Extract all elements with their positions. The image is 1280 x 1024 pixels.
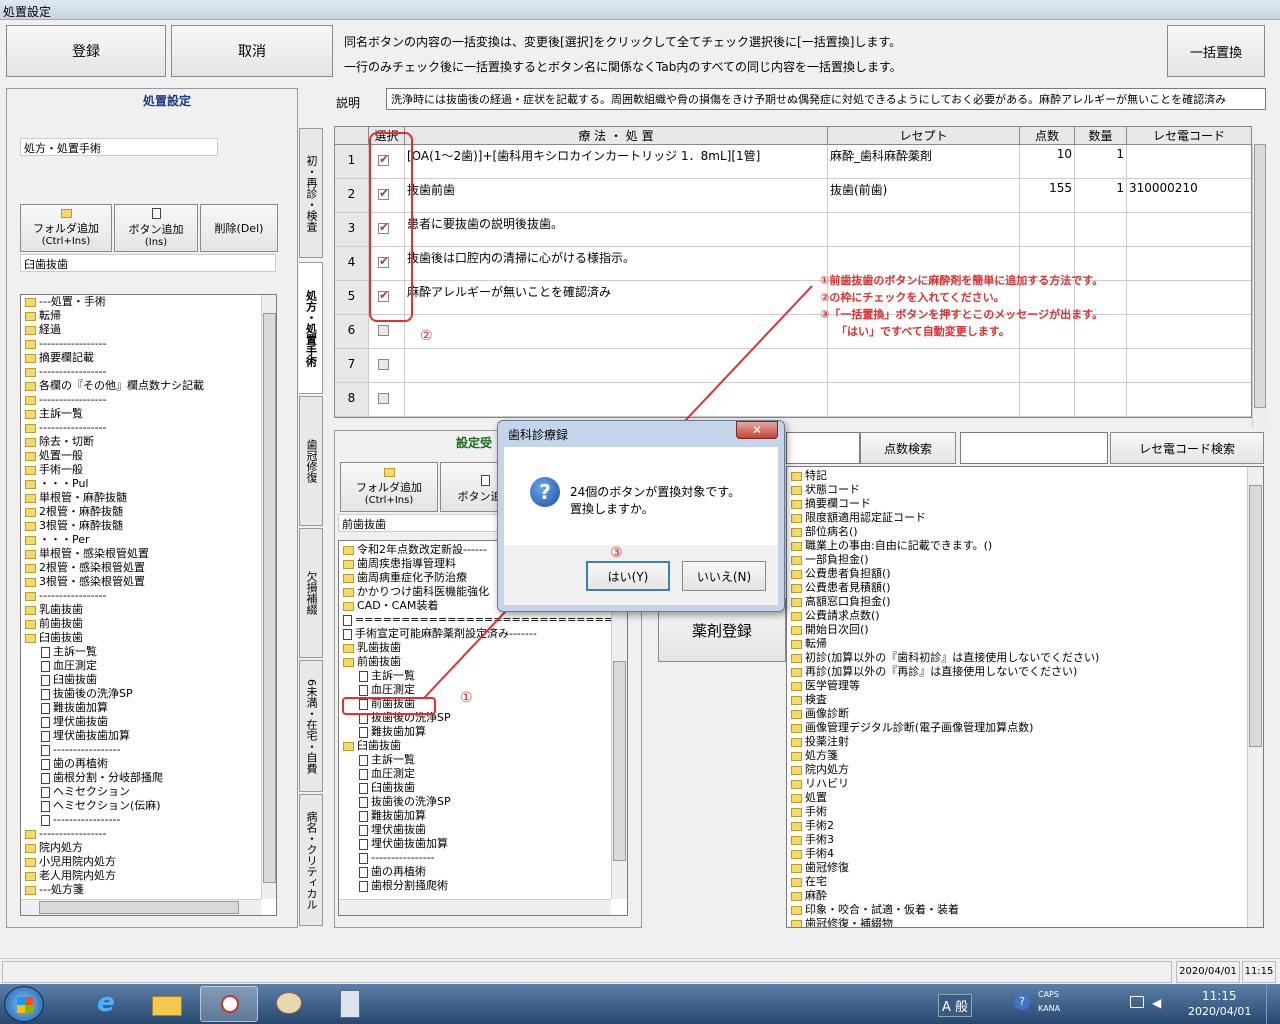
ime-indicator[interactable]: A 般 <box>938 994 973 1017</box>
status-date: 2020/04/01 <box>1176 961 1240 983</box>
dental-app-icon[interactable] <box>200 986 258 1022</box>
volume-icon[interactable]: ◀ <box>1152 996 1161 1010</box>
taskbar: e A 般 ? CAPS KANA ◀ 11:15 2020/04/01 <box>0 984 1280 1024</box>
calculator-icon[interactable] <box>330 988 370 1020</box>
show-desktop-button[interactable] <box>1266 984 1280 1024</box>
dialog-body: ? 24個のボタンが置換対象です。 置換しますか。 <box>504 447 778 545</box>
network-icon[interactable] <box>1130 996 1144 1008</box>
close-icon: ✕ <box>751 423 763 437</box>
dialog-footer: ③ はい(Y) いいえ(N) <box>504 545 778 605</box>
dialog-message-1: 24個のボタンが置換対象です。 <box>570 485 741 499</box>
confirm-dialog: 歯科診療録 ✕ ? 24個のボタンが置換対象です。 置換しますか。 ③ はい(Y… <box>497 420 785 612</box>
status-time: 11:15 <box>1242 961 1276 983</box>
status-bar: 2020/04/01 11:15 <box>0 958 1280 984</box>
kana-indicator: KANA <box>1038 1004 1061 1013</box>
dialog-message-2: 置換しますか。 <box>570 502 654 516</box>
dialog-no-button[interactable]: いいえ(N) <box>682 561 766 591</box>
clock-time[interactable]: 11:15 <box>1202 989 1237 1003</box>
windows-logo-icon <box>17 997 33 1013</box>
question-icon: ? <box>530 477 560 507</box>
dialog-close-button[interactable]: ✕ <box>736 421 778 439</box>
caps-indicator: CAPS <box>1038 990 1059 999</box>
annotation-3: ③ <box>610 545 623 561</box>
dialog-title: 歯科診療録 <box>508 428 569 442</box>
help-icon[interactable]: ? <box>1014 994 1030 1010</box>
start-button[interactable] <box>4 986 44 1022</box>
explorer-icon[interactable] <box>146 990 186 1018</box>
ie-icon[interactable]: e <box>86 988 126 1020</box>
status-main <box>2 961 1172 983</box>
dialog-yes-button[interactable]: はい(Y) <box>586 561 670 591</box>
paint-icon[interactable] <box>268 990 308 1018</box>
clock-date[interactable]: 2020/04/01 <box>1188 1005 1251 1018</box>
